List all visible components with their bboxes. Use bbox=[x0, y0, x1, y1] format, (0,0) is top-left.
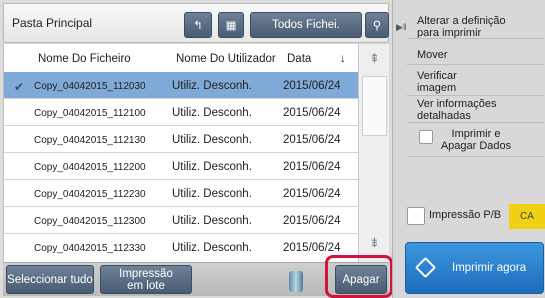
ca-label: CA bbox=[520, 211, 534, 222]
divider bbox=[407, 64, 544, 65]
panel-collapse-icon[interactable]: ▶‖ bbox=[396, 22, 407, 33]
file-filter-button[interactable]: Todos Fichei. bbox=[250, 12, 362, 38]
list-scrollbar[interactable]: ⇞ ⇟ bbox=[358, 44, 389, 262]
details-line2: detalhadas bbox=[417, 110, 471, 122]
sort-icon[interactable]: ↓ bbox=[340, 53, 346, 65]
thumbnail-view-button[interactable]: ▦ bbox=[218, 12, 244, 38]
print-and-delete-label[interactable]: Imprimir e Apagar Dados bbox=[437, 128, 515, 152]
table-row[interactable]: Copy_04042015_112130 Utiliz. Desconh. 20… bbox=[4, 126, 359, 153]
table-row[interactable]: Copy_04042015_112330 Utiliz. Desconh. 20… bbox=[4, 234, 359, 261]
bw-print-option[interactable]: Impressão P/B CA bbox=[407, 204, 545, 229]
start-diamond-icon bbox=[414, 256, 437, 279]
check-image-line1: Verificar bbox=[417, 70, 457, 82]
print-now-button[interactable]: Imprimir agora bbox=[405, 242, 544, 294]
move-item[interactable]: Mover bbox=[417, 49, 448, 61]
change-print-settings-item[interactable]: Alterar a definição para imprimir bbox=[417, 15, 506, 39]
column-header-user[interactable]: Nome Do Utilizador bbox=[176, 53, 276, 65]
user-name: Utiliz. Desconh. bbox=[172, 242, 252, 254]
file-date: 2015/06/24 bbox=[283, 161, 341, 173]
table-row[interactable]: Copy_04042015_112230 Utiliz. Desconh. 20… bbox=[4, 180, 359, 207]
table-row[interactable]: Copy_04042015_112300 Utiliz. Desconh. 20… bbox=[4, 207, 359, 234]
divider bbox=[407, 156, 544, 157]
delete-highlight bbox=[325, 255, 393, 298]
scroll-thumb[interactable] bbox=[362, 76, 387, 136]
double-chevron-down-icon: ⇟ bbox=[369, 235, 380, 250]
search-button[interactable]: ⚲ bbox=[365, 12, 389, 38]
file-name: Copy_04042015_112030 bbox=[34, 81, 146, 92]
file-date: 2015/06/24 bbox=[283, 134, 341, 146]
print-now-label: Imprimir agora bbox=[452, 262, 527, 274]
table-row[interactable]: ✔ Copy_04042015_112030 Utiliz. Desconh. … bbox=[4, 72, 359, 99]
divider bbox=[407, 95, 544, 96]
batch-print-label-line2: em lote bbox=[127, 279, 165, 292]
column-header-file[interactable]: Nome Do Ficheiro bbox=[38, 53, 131, 65]
file-filter-label: Todos Fichei. bbox=[272, 19, 340, 31]
move-label: Mover bbox=[417, 49, 448, 61]
double-chevron-up-icon: ⇞ bbox=[369, 51, 380, 66]
file-name: Copy_04042015_112200 bbox=[34, 162, 146, 173]
check-image-item[interactable]: Verificar imagem bbox=[417, 70, 457, 94]
search-icon: ⚲ bbox=[372, 20, 382, 32]
folder-title: Pasta Principal bbox=[12, 16, 93, 30]
document-filing-screen: Pasta Principal ↰ ▦ Todos Fichei. ⚲ Nome… bbox=[0, 0, 545, 298]
file-name: Copy_04042015_112300 bbox=[34, 216, 146, 227]
print-and-delete-line1: Imprimir e bbox=[451, 128, 501, 140]
select-all-label: Seleccionar tudo bbox=[7, 273, 93, 286]
divider bbox=[407, 38, 544, 39]
user-name: Utiliz. Desconh. bbox=[172, 80, 252, 92]
file-name: Copy_04042015_112330 bbox=[34, 243, 146, 254]
table-header: Nome Do Ficheiro Nome Do Utilizador Data… bbox=[4, 44, 359, 72]
file-date: 2015/06/24 bbox=[283, 215, 341, 227]
check-image-line2: imagem bbox=[417, 82, 457, 94]
user-name: Utiliz. Desconh. bbox=[172, 188, 252, 200]
user-name: Utiliz. Desconh. bbox=[172, 215, 252, 227]
batch-print-label-line1: Impressão bbox=[119, 267, 173, 280]
batch-print-label: Impressão em lote bbox=[119, 268, 173, 292]
file-date: 2015/06/24 bbox=[283, 242, 341, 254]
select-all-button[interactable]: Seleccionar tudo bbox=[6, 265, 94, 294]
action-panel: ▶‖ Alterar a definição para imprimir Move… bbox=[392, 0, 545, 298]
file-list: Nome Do Ficheiro Nome Do Utilizador Data… bbox=[3, 44, 359, 262]
back-button[interactable]: ↰ bbox=[184, 12, 212, 38]
file-date: 2015/06/24 bbox=[283, 107, 341, 119]
check-icon: ✔ bbox=[14, 80, 25, 94]
bw-print-label: Impressão P/B bbox=[429, 209, 502, 221]
batch-print-button[interactable]: Impressão em lote bbox=[100, 265, 192, 294]
divider bbox=[407, 122, 544, 123]
details-line1: Ver informações bbox=[417, 98, 497, 110]
details-item[interactable]: Ver informações detalhadas bbox=[417, 98, 496, 122]
file-name: Copy_04042015_112130 bbox=[34, 135, 146, 146]
print-and-delete-checkbox[interactable] bbox=[419, 130, 433, 144]
table-row[interactable]: Copy_04042015_112100 Utiliz. Desconh. 20… bbox=[4, 99, 359, 126]
bw-print-checkbox[interactable] bbox=[407, 207, 425, 225]
top-toolbar: Pasta Principal ↰ ▦ Todos Fichei. ⚲ bbox=[3, 3, 389, 43]
ca-badge: CA bbox=[509, 204, 545, 229]
print-and-delete-line2: Apagar Dados bbox=[440, 140, 512, 152]
grid-icon: ▦ bbox=[225, 20, 237, 32]
user-name: Utiliz. Desconh. bbox=[172, 161, 252, 173]
column-header-date[interactable]: Data bbox=[287, 53, 311, 65]
file-date: 2015/06/24 bbox=[283, 80, 341, 92]
back-icon: ↰ bbox=[193, 20, 203, 32]
table-row[interactable]: Copy_04042015_112200 Utiliz. Desconh. 20… bbox=[4, 153, 359, 180]
file-name: Copy_04042015_112100 bbox=[34, 108, 146, 119]
user-name: Utiliz. Desconh. bbox=[172, 107, 252, 119]
storage-icon bbox=[289, 271, 303, 292]
scroll-up-button[interactable]: ⇞ bbox=[359, 44, 390, 74]
file-name: Copy_04042015_112230 bbox=[34, 189, 146, 200]
file-date: 2015/06/24 bbox=[283, 188, 341, 200]
change-print-settings-line1: Alterar a definição bbox=[417, 15, 506, 27]
user-name: Utiliz. Desconh. bbox=[172, 134, 252, 146]
